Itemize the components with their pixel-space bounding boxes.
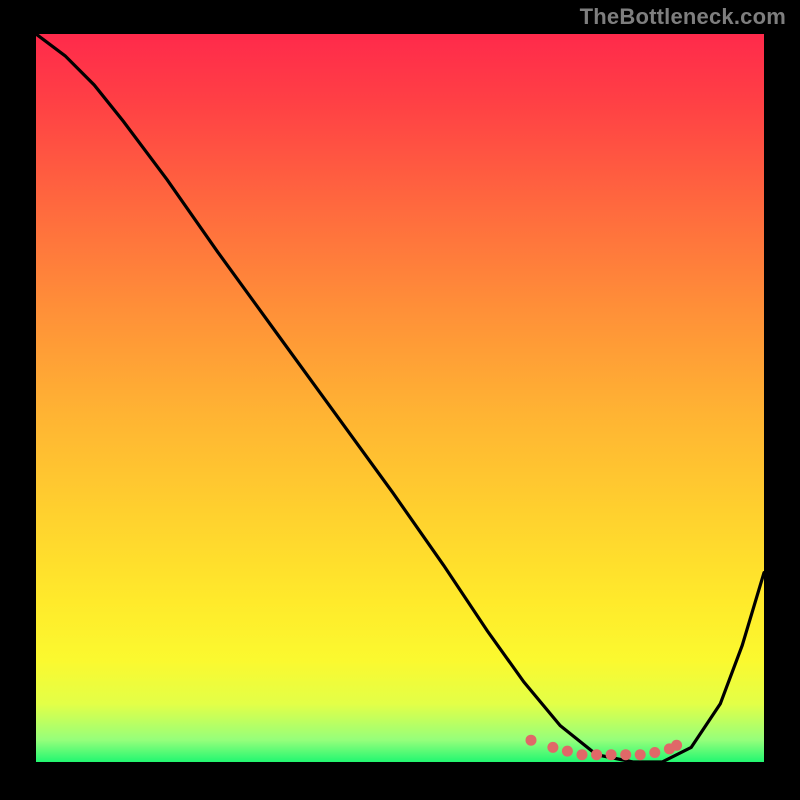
marker-dot bbox=[526, 735, 537, 746]
chart-frame: TheBottleneck.com bbox=[0, 0, 800, 800]
bottleneck-curve bbox=[36, 34, 764, 762]
marker-dot bbox=[620, 749, 631, 760]
marker-dot bbox=[562, 746, 573, 757]
marker-dot bbox=[547, 742, 558, 753]
marker-dot bbox=[606, 749, 617, 760]
plot-area bbox=[36, 34, 764, 762]
marker-dot bbox=[671, 740, 682, 751]
marker-dot bbox=[591, 749, 602, 760]
watermark-text: TheBottleneck.com bbox=[580, 4, 786, 30]
curve-layer bbox=[36, 34, 764, 762]
marker-dot bbox=[649, 747, 660, 758]
marker-dot bbox=[577, 749, 588, 760]
marker-dot bbox=[635, 749, 646, 760]
